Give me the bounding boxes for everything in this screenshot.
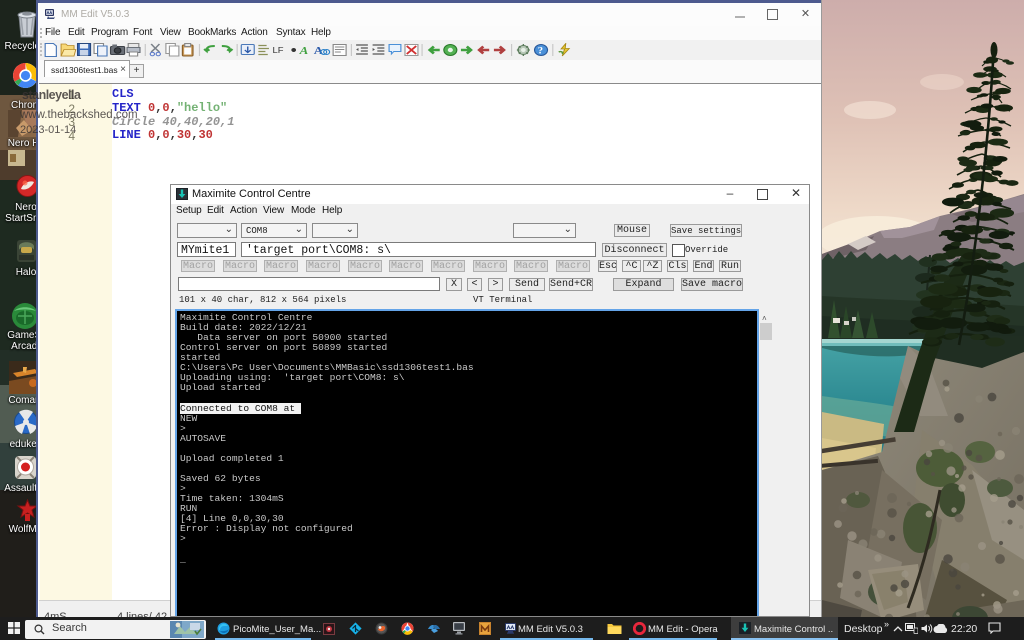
svg-text:LF: LF (272, 46, 283, 55)
svg-text:A: A (298, 44, 308, 57)
svg-text:?: ? (538, 46, 543, 56)
